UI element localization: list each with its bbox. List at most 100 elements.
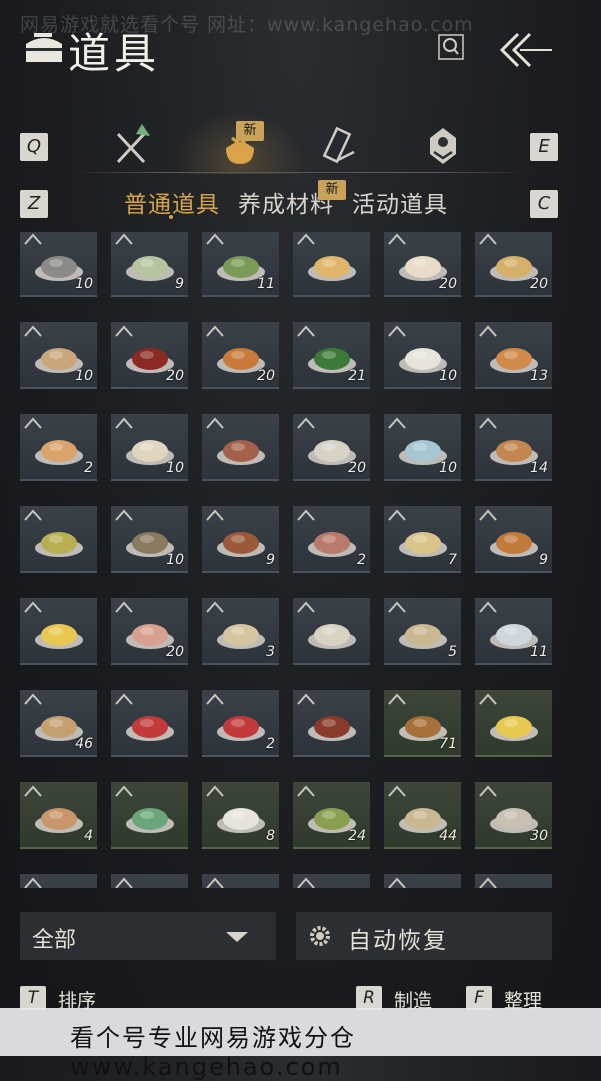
back-arrow-icon[interactable]: [496, 30, 554, 70]
item-count: 20: [348, 460, 366, 476]
item-slot[interactable]: 9: [475, 506, 552, 573]
item-slot[interactable]: 11: [202, 232, 279, 297]
item-slot[interactable]: 71: [384, 690, 461, 757]
key-t[interactable]: T: [20, 986, 46, 1010]
scroll-icon[interactable]: [318, 120, 364, 170]
item-slot[interactable]: 2: [293, 506, 370, 573]
item-slot[interactable]: 2: [20, 414, 97, 481]
item-count: 11: [257, 276, 275, 292]
item-slot[interactable]: [111, 874, 188, 888]
item-slot[interactable]: 20: [293, 414, 370, 481]
pork-slices-icon: [308, 532, 356, 557]
item-slot[interactable]: 44: [384, 782, 461, 849]
item-count: 10: [439, 460, 457, 476]
item-slot[interactable]: 20: [475, 232, 552, 297]
auto-restore-button[interactable]: 自动恢复: [296, 912, 552, 960]
item-slot[interactable]: [202, 414, 279, 481]
item-count: 2: [84, 460, 93, 476]
item-count: 10: [439, 368, 457, 384]
bowl-orange-icon: [35, 440, 83, 465]
misc-icon: [214, 882, 268, 888]
item-slot[interactable]: [111, 690, 188, 757]
misc-icon: [396, 882, 450, 888]
item-slot[interactable]: [20, 874, 97, 888]
crossed-swords-icon[interactable]: [110, 120, 156, 170]
item-slot[interactable]: 21: [293, 322, 370, 389]
hotpot-icon: [308, 716, 356, 741]
gem-icon[interactable]: [420, 120, 466, 170]
item-count: 20: [166, 644, 184, 660]
item-slot[interactable]: 13: [475, 322, 552, 389]
item-slot[interactable]: 10: [384, 322, 461, 389]
filter-dropdown[interactable]: 全部: [20, 912, 276, 960]
item-slot[interactable]: 10: [111, 506, 188, 573]
cake-yellow-icon: [490, 716, 538, 741]
item-slot[interactable]: 14: [475, 414, 552, 481]
subtab-event-items[interactable]: 活动道具: [352, 185, 448, 219]
item-count: 7: [448, 552, 457, 568]
item-slot[interactable]: [293, 232, 370, 297]
item-slot[interactable]: [20, 598, 97, 665]
key-z[interactable]: Z: [20, 190, 48, 218]
item-slot[interactable]: 24: [293, 782, 370, 849]
item-count: 10: [166, 552, 184, 568]
paper-icon: [399, 624, 447, 649]
item-slot[interactable]: 8: [202, 782, 279, 849]
key-c[interactable]: C: [530, 190, 558, 218]
key-e[interactable]: E: [530, 133, 558, 161]
item-slot[interactable]: [111, 782, 188, 849]
scroll-art-icon: [217, 624, 265, 649]
item-slot[interactable]: 7: [384, 506, 461, 573]
item-slot[interactable]: 3: [202, 598, 279, 665]
biscuit-icon: [35, 808, 83, 833]
item-slot[interactable]: 20: [384, 232, 461, 297]
item-slot[interactable]: [475, 690, 552, 757]
item-slot[interactable]: [20, 506, 97, 573]
item-slot[interactable]: 10: [384, 414, 461, 481]
item-slot[interactable]: [202, 874, 279, 888]
new-badge-items: 新: [236, 121, 264, 141]
key-r[interactable]: R: [356, 986, 382, 1010]
key-q[interactable]: Q: [20, 133, 48, 161]
item-slot[interactable]: 20: [202, 322, 279, 389]
item-slot[interactable]: [293, 874, 370, 888]
item-count: 20: [166, 368, 184, 384]
item-slot[interactable]: 10: [20, 322, 97, 389]
cake-yellow-icon: [35, 624, 83, 649]
key-f[interactable]: F: [466, 986, 492, 1010]
item-slot[interactable]: 9: [111, 232, 188, 297]
item-slot[interactable]: 2: [202, 690, 279, 757]
item-count: 13: [530, 368, 548, 384]
item-slot[interactable]: 20: [111, 598, 188, 665]
item-count: 10: [166, 460, 184, 476]
item-count: 46: [75, 736, 93, 752]
item-slot[interactable]: 4: [20, 782, 97, 849]
item-slot[interactable]: 30: [475, 782, 552, 849]
misc-icon: [487, 882, 541, 888]
item-count: 10: [75, 368, 93, 384]
item-slot[interactable]: [293, 690, 370, 757]
item-count: 21: [348, 368, 366, 384]
gear-icon: [310, 926, 330, 946]
item-slot[interactable]: 5: [384, 598, 461, 665]
item-count: 20: [257, 368, 275, 384]
item-slot[interactable]: 10: [20, 232, 97, 297]
red-envelope-icon: [126, 716, 174, 741]
item-slot[interactable]: [293, 598, 370, 665]
active-subtab-dot: [169, 215, 173, 219]
item-slot[interactable]: 20: [111, 322, 188, 389]
item-count: 20: [439, 276, 457, 292]
rice-cakes-icon: [217, 808, 265, 833]
teapot-icon: [126, 808, 174, 833]
item-slot[interactable]: 10: [111, 414, 188, 481]
item-count: 2: [266, 736, 275, 752]
subtab-normal-items[interactable]: 普通道具: [124, 185, 220, 219]
item-slot[interactable]: [475, 874, 552, 888]
search-icon[interactable]: [438, 34, 464, 60]
tab-divider: [70, 172, 530, 173]
item-slot[interactable]: 11: [475, 598, 552, 665]
fried-bits-icon: [490, 532, 538, 557]
item-slot[interactable]: [384, 874, 461, 888]
item-slot[interactable]: 9: [202, 506, 279, 573]
item-slot[interactable]: 46: [20, 690, 97, 757]
